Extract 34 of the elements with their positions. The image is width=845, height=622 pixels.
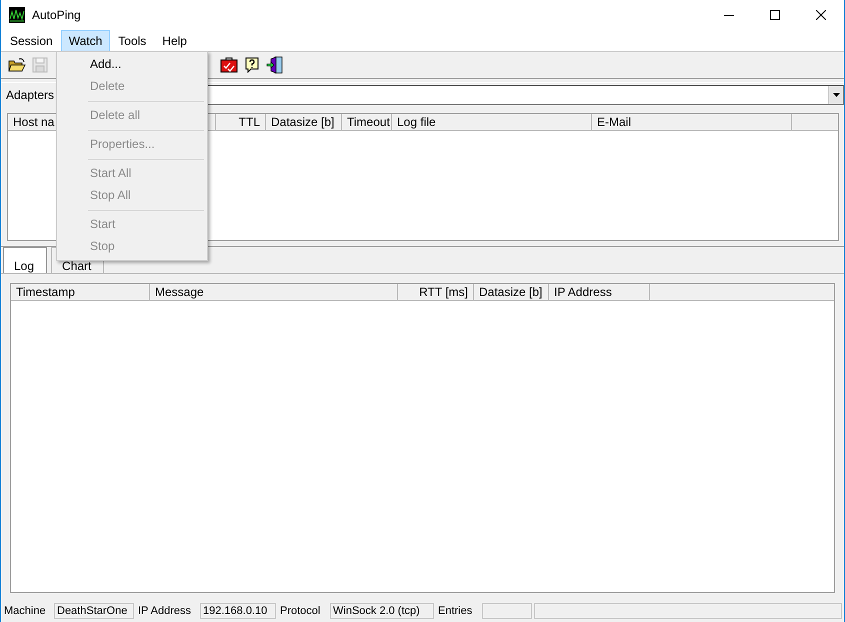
column-header[interactable]: Datasize [b] [474,284,549,301]
open-folder-icon[interactable] [8,57,26,73]
column-header[interactable]: E-Mail [592,114,792,131]
adapters-label: Adapters [5,88,56,102]
status-label: Machine [3,605,47,617]
status-label: Protocol [279,605,322,617]
menu-item[interactable]: Watch [60,30,110,52]
menu-option[interactable]: Add... [57,54,207,76]
column-header[interactable]: Log file [392,114,592,131]
toolbox-icon[interactable] [220,57,238,73]
status-field [482,603,532,619]
column-header[interactable]: Timestamp [11,284,150,301]
help-icon[interactable] [244,57,260,73]
menu-item[interactable]: Tools [110,30,154,52]
column-header[interactable]: TTL [216,114,266,131]
status-value: WinSock 2.0 (tcp) [330,603,434,619]
column-header[interactable]: Timeout [342,114,392,131]
app-icon [9,7,25,23]
exit-door-icon[interactable] [266,56,284,74]
maximize-icon[interactable] [770,10,780,20]
window-title: AutoPing [32,8,81,22]
column-header[interactable]: IP Address [549,284,650,301]
column-header[interactable]: Datasize [b] [266,114,342,131]
tab[interactable]: Log [3,247,48,273]
status-label: Entries [437,605,474,617]
status-label: IP Address [137,605,192,617]
status-value: 192.168.0.10 [200,603,276,619]
column-header[interactable]: RTT [ms] [398,284,474,301]
menu-item[interactable]: Session [2,30,61,52]
dropdown-arrow-icon [832,93,840,97]
status-value: DeathStarOne [54,603,134,619]
column-header[interactable]: Message [150,284,398,301]
menu-item[interactable]: Help [154,30,195,52]
close-icon[interactable] [816,10,826,20]
